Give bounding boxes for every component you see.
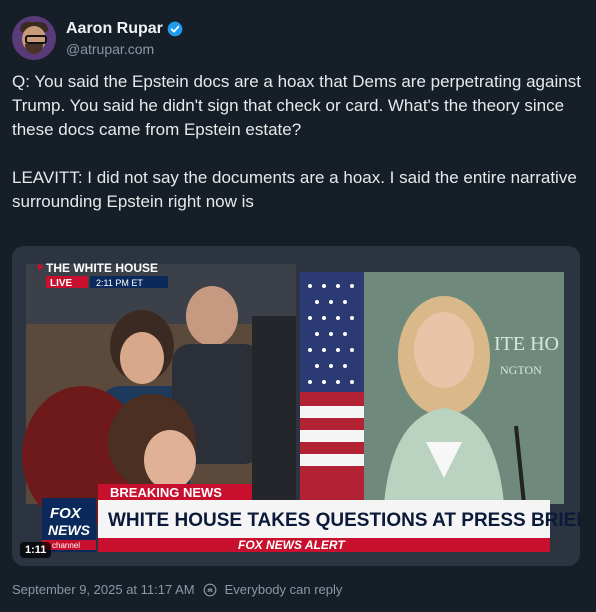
network-logo-line1: FOX xyxy=(50,505,82,522)
author-display-name[interactable]: Aaron Rupar xyxy=(66,20,163,38)
headline: WHITE HOUSE TAKES QUESTIONS AT PRESS BRI… xyxy=(108,510,580,531)
post-footer: September 9, 2025 at 11:17 AM Everybody … xyxy=(12,582,342,597)
video-player[interactable]: ITE HO NGTON THE WHITE HOUSE LIVE 2:11 P… xyxy=(12,246,580,566)
verified-badge-icon xyxy=(167,21,183,36)
post-timestamp[interactable]: September 9, 2025 at 11:17 AM xyxy=(12,582,195,597)
network-logo-line3: channel xyxy=(52,541,80,550)
live-label: LIVE xyxy=(50,278,73,289)
post-text: Q: You said the Epstein docs are a hoax … xyxy=(12,72,581,211)
author-block: Aaron Rupar @atrupar.com xyxy=(66,20,183,57)
alert-label: FOX NEWS ALERT xyxy=(238,538,346,552)
reply-setting-icon xyxy=(203,583,217,596)
video-frame: ITE HO NGTON THE WHITE HOUSE LIVE 2:11 P… xyxy=(12,246,580,566)
breaking-label: BREAKING NEWS xyxy=(110,485,222,500)
location-label: THE WHITE HOUSE xyxy=(46,261,158,275)
video-duration: 1:11 xyxy=(20,542,52,558)
network-logo-line2: NEWS xyxy=(48,522,91,538)
backdrop-text-1: ITE HO xyxy=(494,333,559,355)
post-header: Aaron Rupar @atrupar.com xyxy=(12,12,183,64)
reply-setting-label: Everybody can reply xyxy=(224,582,343,597)
backdrop-text-2: NGTON xyxy=(500,363,542,377)
time-label: 2:11 PM ET xyxy=(96,278,143,288)
author-handle[interactable]: @atrupar.com xyxy=(66,41,183,57)
avatar[interactable] xyxy=(12,16,56,60)
